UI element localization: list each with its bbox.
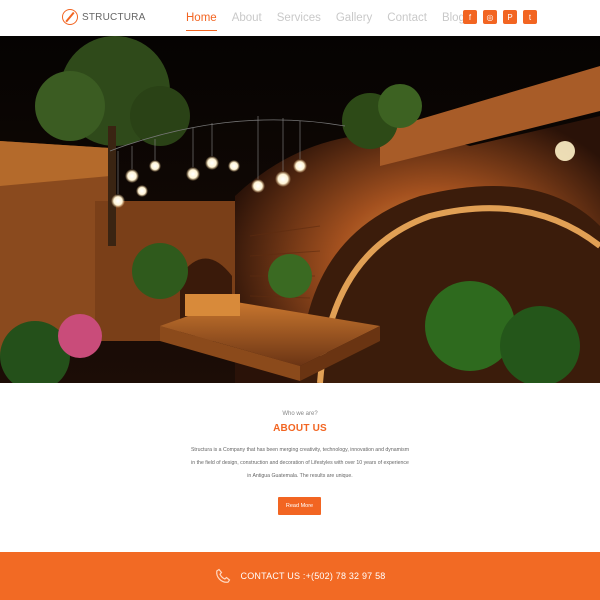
hero-garden-illustration	[0, 36, 600, 383]
facebook-icon[interactable]: f	[463, 10, 477, 24]
about-description: Structura is a Company that has been mer…	[190, 447, 410, 479]
nav-item-contact[interactable]: Contact	[387, 11, 427, 25]
logo-text: STRUCTURA	[82, 11, 146, 23]
nav-item-about[interactable]: About	[232, 11, 262, 25]
read-more-button[interactable]: Read More	[278, 497, 321, 515]
social-links: f ◎ P t	[463, 10, 537, 24]
about-section: Who we are? ABOUT US Structura is a Comp…	[0, 383, 600, 552]
hero-image	[0, 36, 600, 383]
nav-item-home[interactable]: Home	[186, 11, 217, 31]
about-kicker: Who we are?	[282, 411, 318, 417]
logo-icon	[62, 9, 78, 25]
top-nav: STRUCTURA Home About Services Gallery Co…	[0, 0, 600, 36]
instagram-icon[interactable]: ◎	[483, 10, 497, 24]
nav-item-gallery[interactable]: Gallery	[336, 11, 372, 25]
pinterest-icon[interactable]: P	[503, 10, 517, 24]
main-menu: Home About Services Gallery Contact Blog	[186, 10, 480, 31]
nav-item-blog[interactable]: Blog	[442, 11, 465, 25]
tripadvisor-icon[interactable]: t	[523, 10, 537, 24]
phone-icon	[215, 568, 230, 583]
nav-item-services[interactable]: Services	[277, 11, 321, 25]
contact-bar: CONTACT US :+(502) 78 32 97 58	[0, 552, 600, 600]
logo[interactable]: STRUCTURA	[62, 9, 145, 25]
about-title: ABOUT US	[273, 423, 327, 434]
contact-phone[interactable]: CONTACT US :+(502) 78 32 97 58	[241, 571, 386, 581]
